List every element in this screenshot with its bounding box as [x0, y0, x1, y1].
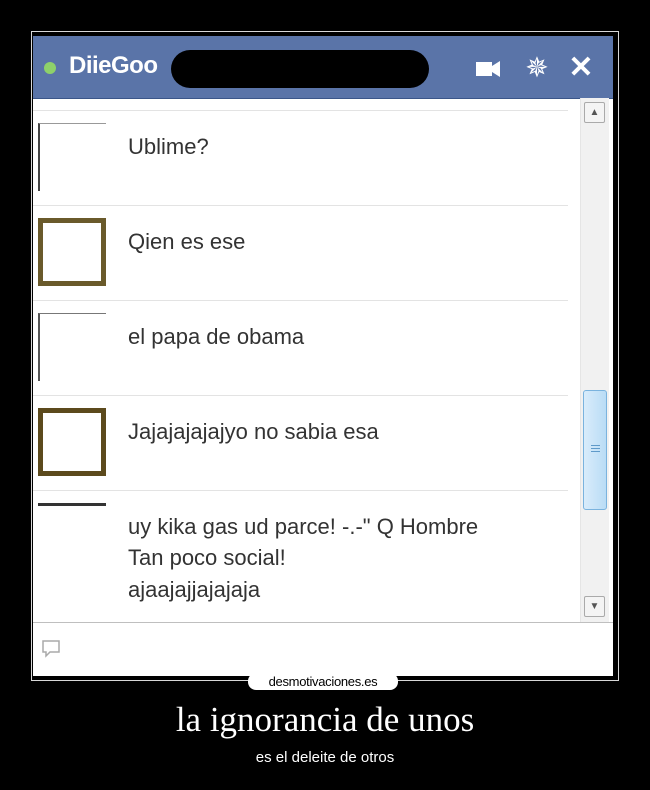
scroll-down-icon[interactable]: ▼ [584, 596, 605, 617]
close-icon[interactable]: ✕ [567, 53, 595, 83]
message-text: Ublime? [128, 134, 209, 159]
message-partial [33, 98, 568, 108]
gear-icon[interactable]: ✵ [523, 54, 551, 82]
caption-subtitle: es el deleite de otros [255, 749, 395, 766]
contact-name[interactable]: DiieGoo [69, 52, 158, 80]
list-item: el papa de obama [33, 300, 568, 396]
avatar[interactable] [38, 218, 106, 286]
avatar[interactable] [38, 123, 106, 191]
list-item: Qien es ese [33, 205, 568, 301]
avatar[interactable] [38, 313, 106, 381]
list-item: Ublime? [33, 110, 568, 206]
list-item: uy kika gas ud parce! -.-" Q Hombre Tan … [33, 490, 568, 622]
avatar[interactable] [38, 503, 106, 571]
message-text: Qien es ese [128, 229, 246, 254]
avatar[interactable] [38, 408, 106, 476]
scroll-up-icon[interactable]: ▲ [584, 102, 605, 123]
grip-icon [591, 448, 600, 449]
message-text: el papa de obama [128, 324, 305, 349]
message-list: Ublime? Qien es ese el papa de obama Jaj… [33, 98, 576, 622]
list-item: Jajajajajajyo no sabia esa [33, 395, 568, 491]
redacted-area [171, 50, 429, 88]
chat-titlebar[interactable]: DiieGoo ✵ ✕ [33, 36, 613, 99]
caption-title: la ignorancia de unos [175, 700, 475, 739]
message-text: ajaajajjajajaja [128, 577, 261, 602]
message-input[interactable] [33, 622, 613, 676]
grip-icon [591, 445, 600, 446]
video-camera-icon[interactable] [474, 54, 502, 82]
message-text: Jajajajajajyo no sabia esa [128, 419, 379, 444]
message-text: uy kika gas ud parce! -.-" Q Hombre Tan … [128, 514, 479, 570]
scrollbar[interactable]: ▲ ▼ [580, 98, 609, 622]
scrollbar-thumb[interactable] [583, 390, 607, 510]
chat-window: DiieGoo ✵ ✕ Ublime? Qien es ese el papa … [33, 36, 613, 676]
watermark: desmotivaciones.es [248, 673, 398, 690]
online-status-icon [44, 62, 56, 74]
grip-icon [591, 451, 600, 452]
speech-bubble-icon [41, 639, 61, 659]
